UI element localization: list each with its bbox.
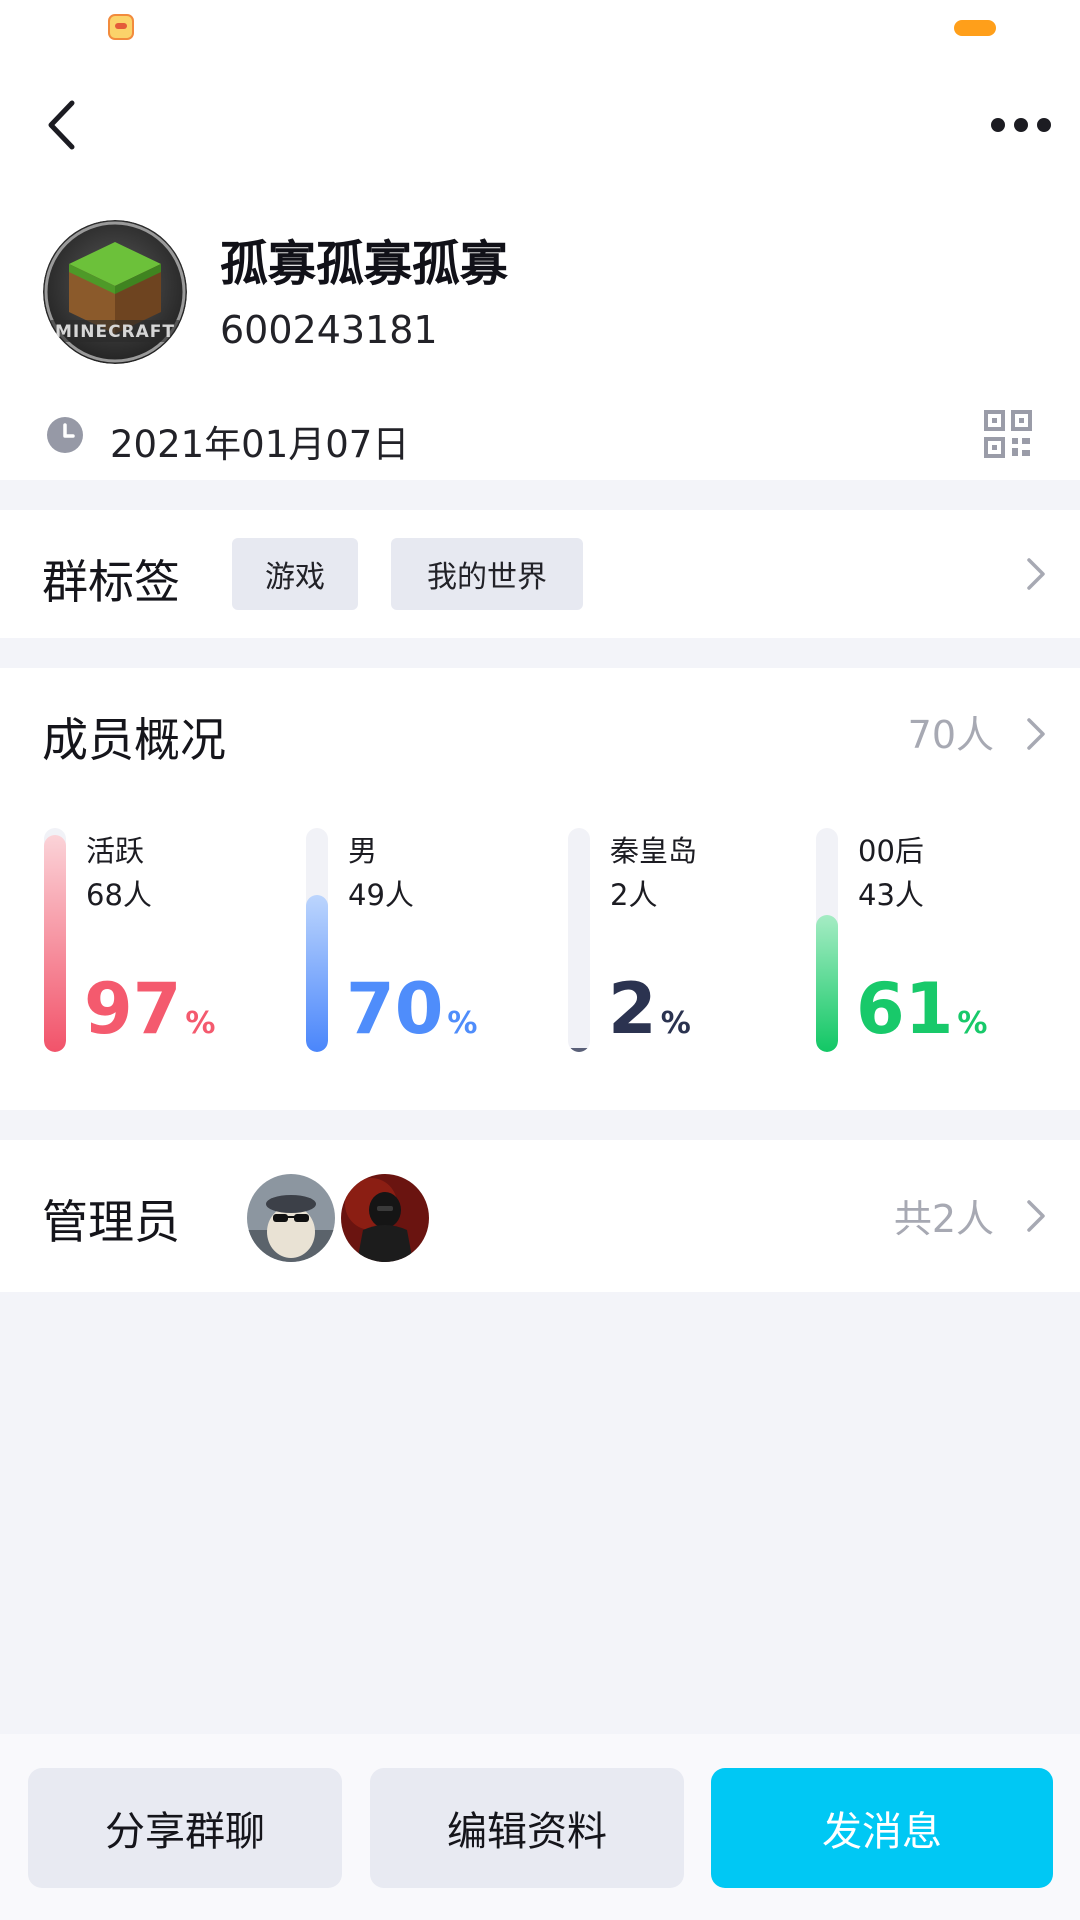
stat-percent-value: 70 bbox=[346, 968, 444, 1050]
app-notification-icon bbox=[108, 14, 134, 40]
stat-bar-track bbox=[816, 828, 838, 1052]
member-total: 70人 bbox=[907, 713, 994, 757]
stat-percent: 97% bbox=[84, 974, 215, 1044]
more-dots-icon bbox=[991, 118, 1051, 132]
avatar-logo-text: MINECRAFT bbox=[55, 322, 175, 342]
stat-label: 活跃 bbox=[86, 834, 145, 868]
admin-avatar-soldier[interactable] bbox=[341, 1174, 429, 1262]
group-name: 孤寡孤寡孤寡 bbox=[220, 236, 509, 292]
back-button[interactable] bbox=[36, 92, 86, 158]
bottom-action-bar: 分享群聊 编辑资料 发消息 bbox=[0, 1734, 1080, 1920]
stat-percent: 2% bbox=[608, 974, 691, 1044]
chevron-right-icon bbox=[1027, 558, 1045, 590]
group-tags-row[interactable]: 群标签 游戏 我的世界 bbox=[0, 510, 1080, 638]
admin-avatar-sheep[interactable] bbox=[247, 1174, 335, 1262]
created-date: 2021年01月07日 bbox=[110, 423, 410, 466]
stat-percent-value: 2 bbox=[608, 968, 657, 1050]
stat-bar-fill bbox=[44, 834, 66, 1052]
stat-percent-unit: % bbox=[660, 1006, 691, 1041]
send-message-button[interactable]: 发消息 bbox=[711, 1768, 1053, 1888]
chevron-right-icon bbox=[1027, 1200, 1045, 1232]
member-overview-section: 成员概况 70人 活跃 68人 97% 男 49人 70% 秦皇岛 2人 2% bbox=[0, 668, 1080, 1110]
stat-label: 男 bbox=[348, 834, 378, 868]
stat-bar-fill bbox=[306, 895, 328, 1052]
stat-bar-track bbox=[306, 828, 328, 1052]
group-avatar[interactable]: MINECRAFT bbox=[43, 220, 187, 364]
tag-chip[interactable]: 我的世界 bbox=[391, 538, 583, 610]
admin-total: 共2人 bbox=[893, 1197, 994, 1241]
stat-male[interactable]: 男 49人 70% bbox=[306, 828, 536, 1058]
admins-title: 管理员 bbox=[42, 1195, 180, 1249]
stat-percent-unit: % bbox=[447, 1006, 478, 1041]
stat-bar-fill bbox=[816, 915, 838, 1052]
stat-count: 2人 bbox=[610, 878, 658, 912]
stat-percent: 70% bbox=[346, 974, 477, 1044]
edit-profile-button[interactable]: 编辑资料 bbox=[370, 1768, 684, 1888]
chevron-left-icon bbox=[48, 100, 75, 150]
clock-icon bbox=[47, 417, 83, 453]
member-overview-header[interactable]: 成员概况 70人 bbox=[0, 668, 1080, 788]
stat-age[interactable]: 00后 43人 61% bbox=[816, 828, 1046, 1058]
tags-title: 群标签 bbox=[42, 555, 180, 609]
share-group-button[interactable]: 分享群聊 bbox=[28, 1768, 342, 1888]
stat-percent-unit: % bbox=[185, 1006, 216, 1041]
members-title: 成员概况 bbox=[42, 713, 226, 767]
admins-row[interactable]: 管理员 共2人 bbox=[0, 1140, 1080, 1292]
stat-label: 00后 bbox=[858, 834, 924, 868]
tag-chip[interactable]: 游戏 bbox=[232, 538, 358, 610]
stat-count: 43人 bbox=[858, 878, 924, 912]
group-header-card: MINECRAFT 孤寡孤寡孤寡 600243181 2021年01月07日 bbox=[0, 0, 1080, 480]
stat-count: 68人 bbox=[86, 878, 152, 912]
stat-count: 49人 bbox=[348, 878, 414, 912]
stat-region[interactable]: 秦皇岛 2人 2% bbox=[568, 828, 798, 1058]
stat-percent-value: 61 bbox=[856, 968, 954, 1050]
minecraft-logo-image: MINECRAFT bbox=[43, 220, 187, 364]
chevron-right-icon bbox=[1027, 718, 1045, 750]
stat-active[interactable]: 活跃 68人 97% bbox=[44, 828, 274, 1058]
qr-code-icon[interactable] bbox=[984, 410, 1032, 458]
more-options-button[interactable] bbox=[986, 100, 1056, 150]
stat-bar-fill bbox=[568, 1047, 590, 1052]
stat-label: 秦皇岛 bbox=[610, 834, 698, 868]
battery-indicator bbox=[954, 20, 996, 36]
stat-bar-track bbox=[44, 828, 66, 1052]
group-id: 600243181 bbox=[220, 308, 438, 352]
stat-percent-unit: % bbox=[957, 1006, 988, 1041]
stat-bar-track bbox=[568, 828, 590, 1052]
stat-percent: 61% bbox=[856, 974, 987, 1044]
stat-percent-value: 97 bbox=[84, 968, 182, 1050]
